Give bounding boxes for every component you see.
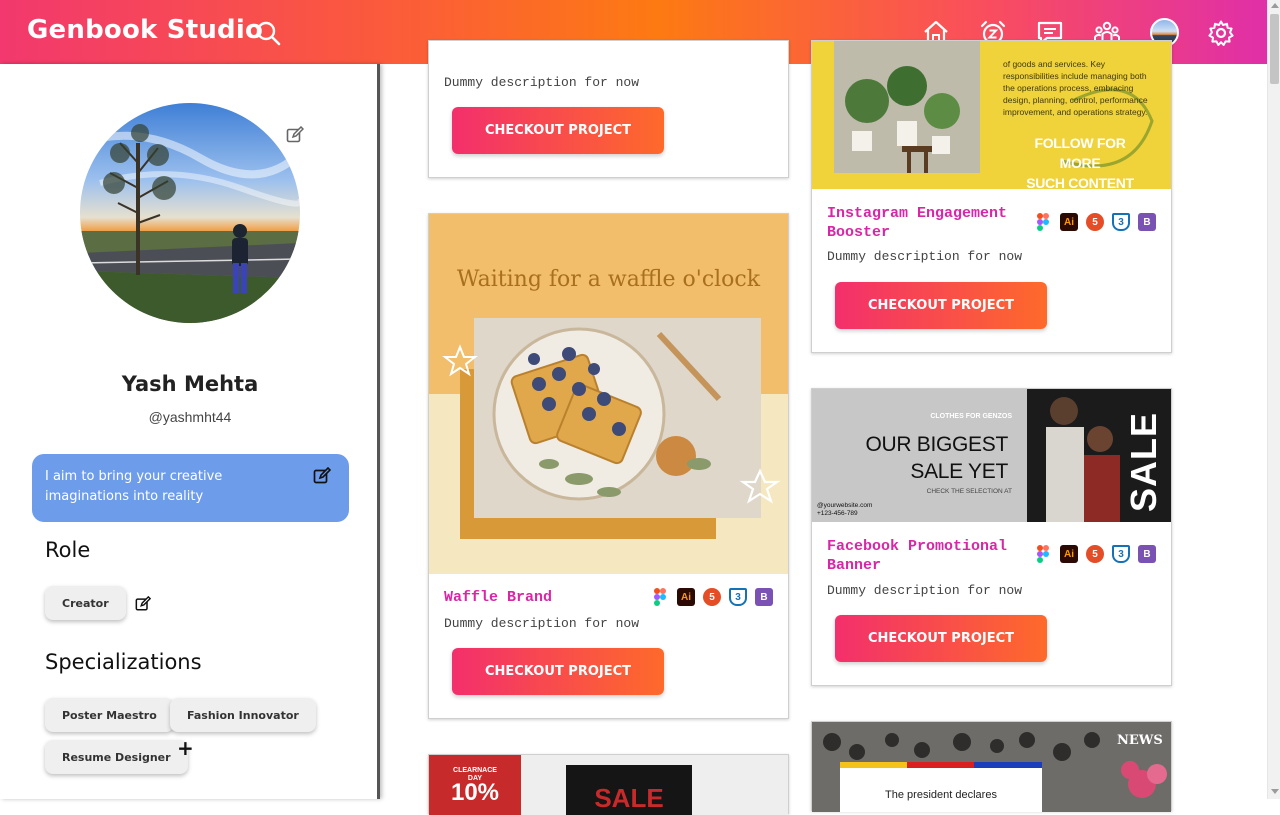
image-news-line: The president declares: [885, 789, 997, 801]
edit-bio-icon[interactable]: [313, 466, 332, 485]
scroll-up-icon[interactable]: [1271, 3, 1279, 8]
settings-icon[interactable]: [1206, 18, 1236, 48]
project-card: CLEARNACE DAY 10% SALE: [428, 754, 789, 815]
specialization-chip[interactable]: Poster Maestro: [45, 698, 174, 732]
illustrator-icon: Ai: [677, 588, 695, 606]
checkout-project-button[interactable]: CHECKOUT PROJECT: [835, 615, 1047, 662]
image-subtext: CHECK THE SELECTION AT: [926, 488, 1012, 495]
illustrator-icon: Ai: [1060, 545, 1078, 563]
image-news-label: NEWS: [1117, 733, 1163, 748]
role-chip[interactable]: Creator: [45, 586, 126, 620]
page-scrollbar[interactable]: [1267, 0, 1280, 799]
css3-icon: 3: [1112, 545, 1130, 563]
bio-text: I aim to bring your creative imagination…: [45, 469, 223, 504]
figma-icon: [1034, 545, 1052, 563]
edit-role-icon[interactable]: [135, 595, 152, 612]
project-description: Dummy description for now: [444, 616, 640, 631]
image-contact: @yourwebsite.com +123-456-789: [817, 502, 873, 517]
project-card: of goods and services. Key responsibilit…: [811, 40, 1172, 353]
edit-photo-icon[interactable]: [286, 125, 305, 144]
image-headline: OUR BIGGEST SALE YET: [865, 433, 1008, 483]
tool-icons: Ai 5 3 B: [1034, 545, 1156, 563]
project-description: Dummy description for now: [827, 583, 1023, 598]
tool-icons: Ai 5 3 B: [1034, 213, 1156, 231]
project-image: CLEARNACE DAY 10% SALE: [429, 755, 788, 815]
specialization-chip[interactable]: Resume Designer: [45, 740, 188, 774]
figma-icon: [1034, 213, 1052, 231]
project-card: NEWS The president declares: [811, 721, 1172, 812]
brand-logo[interactable]: Genbook Studio: [27, 15, 263, 45]
project-image: CLOTHES FOR GENZOS OUR BIGGEST SALE YET …: [812, 389, 1171, 522]
checkout-project-button[interactable]: CHECKOUT PROJECT: [452, 648, 664, 695]
image-kicker: CLOTHES FOR GENZOS: [930, 413, 1012, 420]
project-card: Dummy description for now CHECKOUT PROJE…: [428, 40, 789, 178]
checkout-project-button[interactable]: CHECKOUT PROJECT: [452, 107, 664, 154]
checkout-project-button[interactable]: CHECKOUT PROJECT: [835, 282, 1047, 329]
html5-icon: 5: [1086, 213, 1104, 231]
illustrator-icon: Ai: [1060, 213, 1078, 231]
tool-icons: Ai 5 3 B: [651, 588, 773, 606]
image-headline: Waiting for a waffle o'clock: [456, 267, 761, 292]
bootstrap-icon: B: [1138, 213, 1156, 231]
scroll-thumb[interactable]: [1270, 14, 1279, 84]
project-card: CLOTHES FOR GENZOS OUR BIGGEST SALE YET …: [811, 388, 1172, 686]
html5-icon: 5: [703, 588, 721, 606]
figma-icon: [651, 588, 669, 606]
profile-name: Yash Mehta: [121, 372, 259, 396]
image-percent: 10%: [450, 779, 500, 806]
html5-icon: 5: [1086, 545, 1104, 563]
image-caption: of goods and services. Key responsibilit…: [1003, 59, 1148, 117]
project-description: Dummy description for now: [444, 75, 640, 90]
profile-bio: I aim to bring your creative imagination…: [32, 454, 349, 522]
add-specialization-button[interactable]: +: [177, 736, 194, 760]
scroll-down-icon[interactable]: [1271, 789, 1279, 794]
bootstrap-icon: B: [755, 588, 773, 606]
bootstrap-icon: B: [1138, 545, 1156, 563]
profile-sidebar: Yash Mehta @yashmht44 I aim to bring you…: [0, 64, 380, 799]
search-icon[interactable]: [255, 20, 281, 46]
profile-handle: @yashmht44: [148, 409, 232, 425]
image-side-text: SALE: [1123, 411, 1164, 512]
specialization-chip[interactable]: Fashion Innovator: [170, 698, 316, 732]
project-image: of goods and services. Key responsibilit…: [812, 41, 1171, 189]
profile-photo: [80, 103, 300, 323]
role-heading: Role: [45, 538, 91, 562]
project-title: Waffle Brand: [444, 589, 553, 606]
image-headline: FOLLOW FOR MORE SUCH CONTENT: [1026, 135, 1134, 189]
css3-icon: 3: [729, 588, 747, 606]
css3-icon: 3: [1112, 213, 1130, 231]
project-image: Waiting for a waffle o'clock: [429, 214, 788, 574]
project-title: Facebook Promotional Banner: [827, 538, 1008, 574]
specializations-heading: Specializations: [45, 650, 202, 674]
project-card: Waiting for a waffle o'clock Waffle Bran…: [428, 213, 789, 719]
project-description: Dummy description for now: [827, 249, 1023, 264]
project-title: Instagram Engagement Booster: [827, 205, 1008, 241]
